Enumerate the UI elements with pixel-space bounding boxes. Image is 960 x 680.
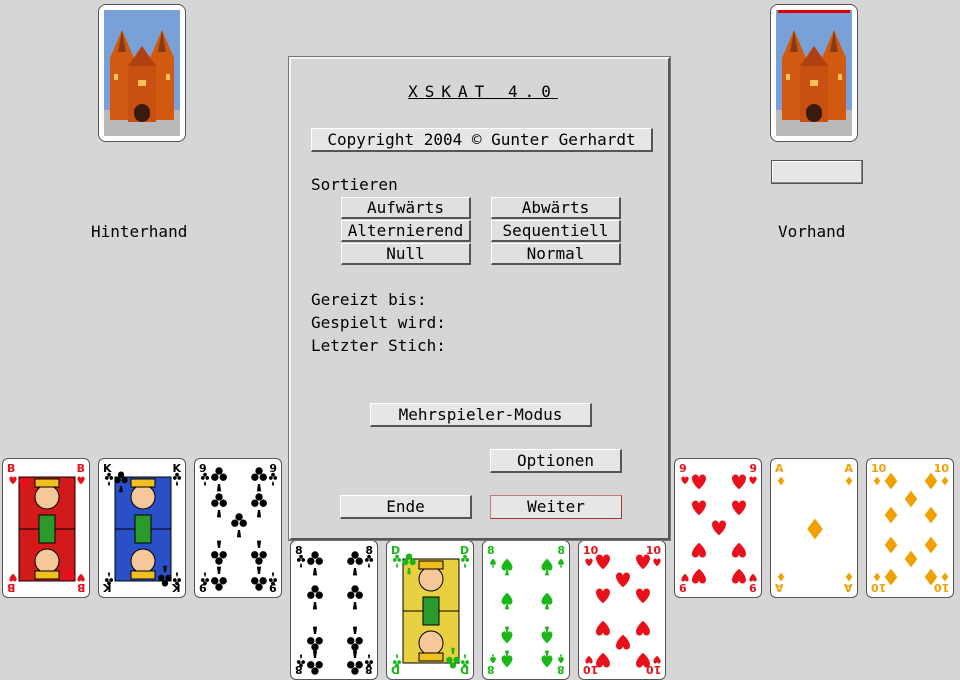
card-rank-label: 8 <box>365 544 373 557</box>
leaf-suit-icon <box>490 558 564 668</box>
last-trick-label: Letzter Stich: <box>311 336 446 355</box>
card-rank-label: 8 <box>557 663 565 676</box>
card-rank-label: 10 <box>583 663 599 676</box>
hand-card[interactable]: D D D D <box>386 540 474 680</box>
diamond-suit-icon <box>777 476 853 582</box>
hand-card[interactable]: 8 8 8 8 <box>482 540 570 680</box>
card-rank-label: A <box>775 581 784 594</box>
diamond-suit-icon <box>873 472 949 586</box>
card-rank-label: 10 <box>933 581 949 594</box>
card-rank-label: 9 <box>199 581 207 594</box>
right-player-label: Vorhand <box>778 222 846 241</box>
continue-button[interactable]: Weiter <box>490 495 622 519</box>
hand-card[interactable]: 10 10 10 10 <box>866 458 954 598</box>
holstentor-image <box>776 10 852 136</box>
card-rank-label: 10 <box>583 544 599 557</box>
copyright-button[interactable]: Copyright 2004 © Gunter Gerhardt <box>311 128 653 152</box>
card-rank-label: 8 <box>487 544 495 557</box>
club-suit-icon <box>296 551 374 675</box>
sort-alternating-button[interactable]: Alternierend <box>341 220 471 242</box>
end-button[interactable]: Ende <box>340 495 472 519</box>
acorn-suit-icon <box>392 553 470 669</box>
card-rank-label: 8 <box>487 663 495 676</box>
card-rank-label: 9 <box>269 462 277 475</box>
main-dialog: XSKAT 4.0 Copyright 2004 © Gunter Gerhar… <box>288 56 671 541</box>
card-rank-label: B <box>7 462 16 475</box>
card-rank-label: D <box>391 544 401 557</box>
card-rank-label: A <box>844 581 853 594</box>
card-rank-label: 9 <box>199 462 207 475</box>
options-button[interactable]: Optionen <box>490 449 622 473</box>
hand-card[interactable]: A A A A <box>770 458 858 598</box>
card-rank-label: D <box>459 544 469 557</box>
sort-label: Sortieren <box>311 175 398 194</box>
club-suit-icon <box>104 471 182 587</box>
hand-card[interactable]: K K K K <box>98 458 186 598</box>
hand-card[interactable]: B B B B <box>2 458 90 598</box>
left-player-label: Hinterhand <box>91 222 188 241</box>
right-opponent-card-back <box>770 4 858 142</box>
sort-sequential-button[interactable]: Sequentiell <box>491 220 621 242</box>
heart-suit-icon <box>681 474 757 584</box>
card-rank-label: K <box>103 462 112 475</box>
card-rank-label: 9 <box>749 581 757 594</box>
card-rank-label: 8 <box>365 663 373 676</box>
hand-card[interactable]: 8 8 8 8 <box>290 540 378 680</box>
right-player-status-box <box>771 160 863 184</box>
hand-card[interactable]: 10 10 10 10 <box>578 540 666 680</box>
card-rank-label: K <box>172 462 181 475</box>
card-rank-label: D <box>459 663 469 676</box>
sort-ascending-button[interactable]: Aufwärts <box>341 197 471 219</box>
club-suit-icon <box>200 467 278 591</box>
hand-card[interactable]: 9 9 9 9 <box>194 458 282 598</box>
card-rank-label: 10 <box>871 581 887 594</box>
card-rank-label: 8 <box>295 544 303 557</box>
card-rank-label: 10 <box>871 462 887 475</box>
game-label: Gespielt wird: <box>311 313 446 332</box>
card-rank-label: B <box>7 581 16 594</box>
card-rank-label: A <box>844 462 853 475</box>
card-rank-label: 10 <box>933 462 949 475</box>
hand-card[interactable]: 9 9 9 9 <box>674 458 762 598</box>
sort-descending-button[interactable]: Abwärts <box>491 197 621 219</box>
card-rank-label: A <box>775 462 784 475</box>
card-rank-label: 10 <box>645 663 661 676</box>
card-rank-label: 9 <box>679 581 687 594</box>
heart-suit-icon <box>585 554 661 668</box>
card-rank-label: B <box>76 462 85 475</box>
card-rank-label: 10 <box>645 544 661 557</box>
card-rank-label: 8 <box>295 663 303 676</box>
dialog-title: XSKAT 4.0 <box>408 82 558 101</box>
card-rank-label: K <box>172 581 181 594</box>
card-rank-label: D <box>391 663 401 676</box>
holstentor-image <box>104 10 180 136</box>
card-rank-label: B <box>76 581 85 594</box>
left-opponent-card-back <box>98 4 186 142</box>
card-rank-label: 9 <box>679 462 687 475</box>
sort-null-button[interactable]: Null <box>341 243 471 265</box>
card-rank-label: K <box>103 581 112 594</box>
sort-normal-button[interactable]: Normal <box>491 243 621 265</box>
bid-label: Gereizt bis: <box>311 290 427 309</box>
card-rank-label: 9 <box>749 462 757 475</box>
heart-suit-icon <box>9 476 85 582</box>
card-rank-label: 9 <box>269 581 277 594</box>
multiplayer-mode-button[interactable]: Mehrspieler-Modus <box>370 403 592 427</box>
card-rank-label: 8 <box>557 544 565 557</box>
